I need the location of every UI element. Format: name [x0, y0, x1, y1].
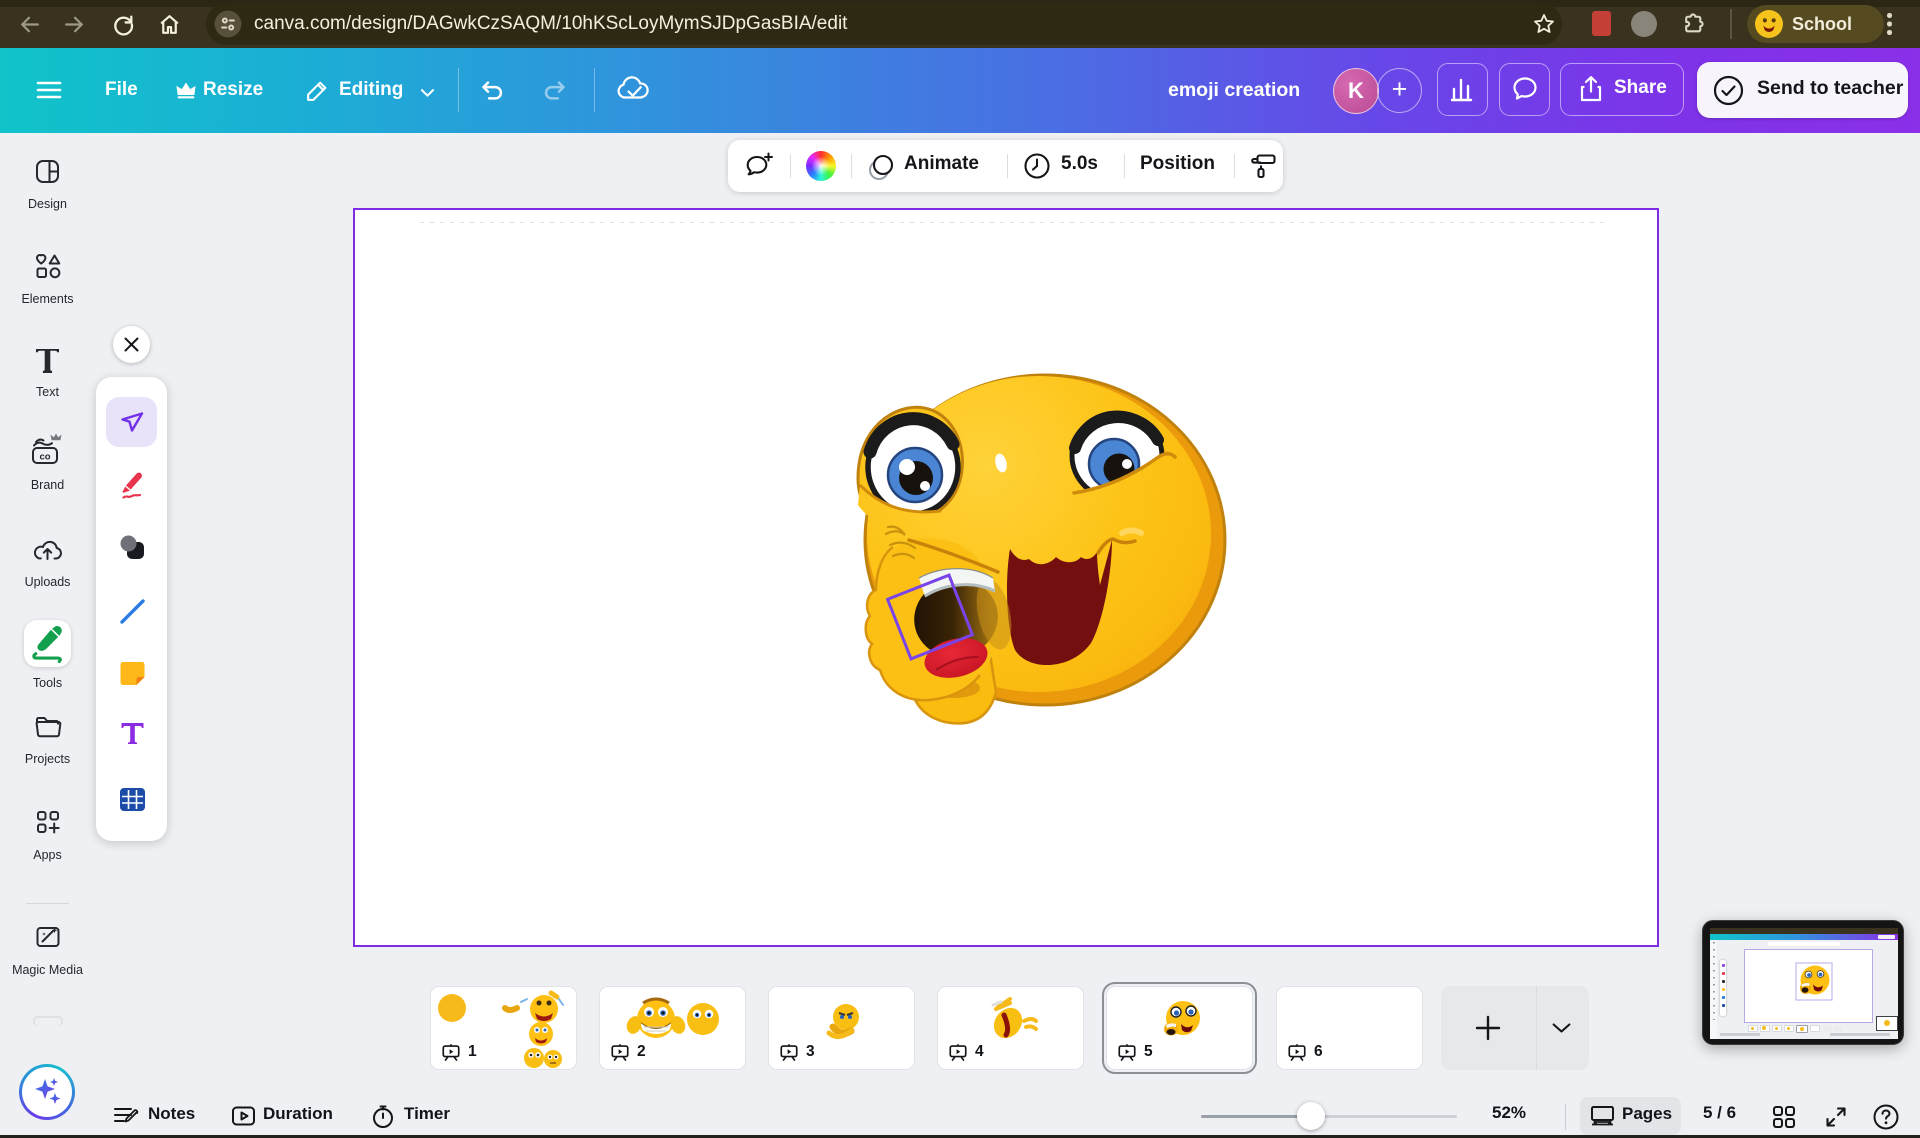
svg-text:co: co — [39, 452, 50, 463]
